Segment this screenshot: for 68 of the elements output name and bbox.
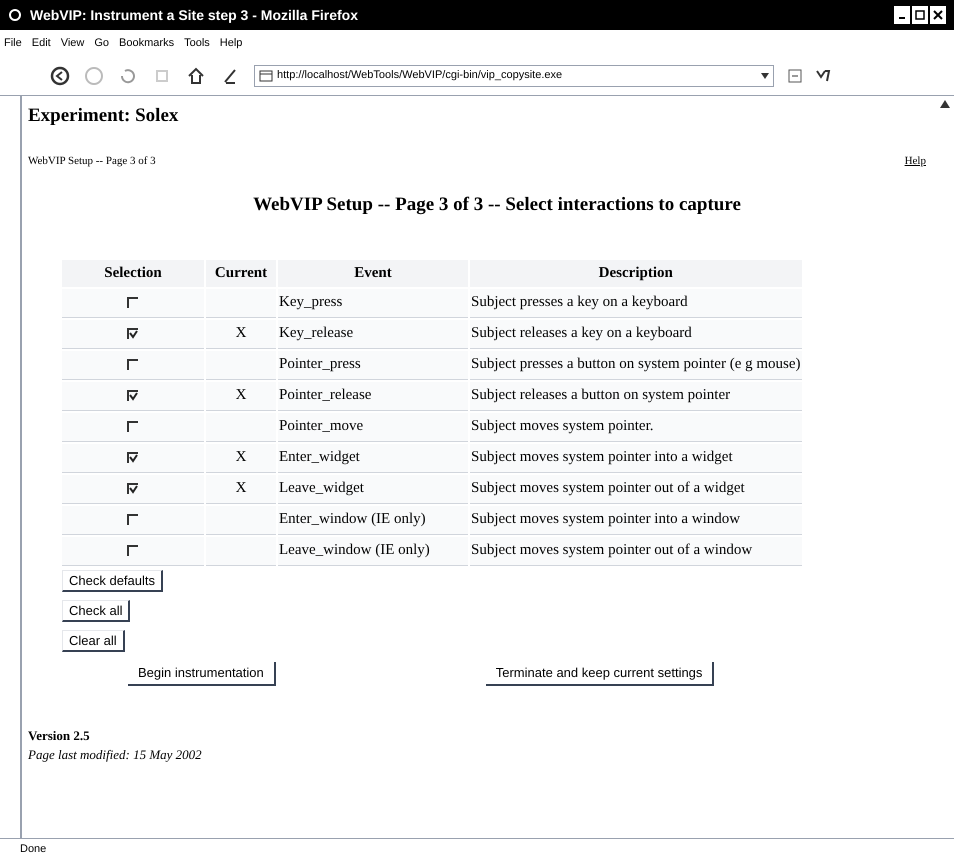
table-cell: Enter_window (IE only) (279, 511, 426, 528)
version-label: Version 2.5 (28, 726, 91, 744)
table-cell: Subject releases a key on a keyboard (471, 325, 692, 342)
home-icon[interactable] (186, 66, 206, 86)
back-icon[interactable] (50, 66, 70, 86)
table-cell: Subject moves system pointer into a window (471, 511, 740, 528)
form-button[interactable]: Terminate and keep current settings (486, 662, 714, 686)
current-mark: X (236, 449, 246, 466)
table-cell: Key_release (279, 325, 354, 342)
address-field[interactable]: http://localhost/WebTools/WebVIP/cgi-bin/vip_copysite.exe (254, 64, 774, 86)
column-header: Event (278, 260, 468, 286)
minimize-icon (899, 17, 905, 19)
form-button[interactable]: Begin instrumentation (128, 662, 276, 686)
checkbox[interactable] (127, 452, 139, 464)
breadcrumb: WebVIP Setup -- Page 3 of 3 (28, 154, 156, 168)
column-header: Selection (62, 260, 204, 286)
table-cell: Enter_widget (279, 449, 360, 466)
checkbox[interactable] (127, 358, 139, 371)
table-cell: Pointer_move (279, 418, 364, 434)
checkbox[interactable] (127, 482, 139, 495)
current-mark: X (236, 480, 246, 496)
modified-date: Page last modified: 15 May 2002 (28, 746, 203, 764)
app-icon (8, 8, 22, 22)
page-title: WebVIP Setup -- Page 3 of 3 -- Select interactions to capture (252, 193, 742, 217)
table-cell: Subject moves system pointer out of a widget (471, 480, 745, 496)
table-cell: Pointer_press (279, 356, 361, 372)
form-button[interactable]: Clear all (62, 630, 125, 652)
column-header: Current (206, 260, 276, 286)
menu-item[interactable]: Bookmarks (119, 34, 174, 52)
close-button[interactable] (930, 6, 946, 24)
page-icon (259, 70, 273, 82)
table-cell: Pointer_release (279, 387, 372, 404)
minimize-button[interactable] (894, 6, 910, 24)
maximize-button[interactable] (912, 6, 928, 24)
table-cell: Leave_window (IE only) (279, 542, 430, 558)
menu-item[interactable]: Edit (32, 34, 51, 52)
help-link[interactable]: Help (904, 152, 926, 169)
table-cell: Subject moves system pointer. (471, 418, 654, 434)
form-button[interactable]: Check defaults (62, 570, 163, 592)
menu-item[interactable]: Help (220, 34, 242, 52)
scroll-up-icon[interactable] (940, 100, 950, 108)
current-mark: X (236, 387, 246, 404)
checkbox[interactable] (127, 296, 139, 309)
close-icon (933, 10, 943, 20)
table-cell: Leave_widget (279, 480, 364, 496)
checkbox[interactable] (127, 390, 139, 402)
menu-item[interactable]: File (4, 34, 22, 52)
form-button[interactable]: Check all (62, 600, 130, 622)
page-heading: Experiment: Solex (28, 104, 180, 128)
checkbox[interactable] (127, 514, 139, 526)
maximize-icon (915, 10, 925, 20)
table-cell: Subject moves system pointer out of a window (471, 542, 752, 558)
menu-item[interactable]: Go (94, 34, 110, 52)
menu-item[interactable]: View (60, 34, 84, 52)
window-title: WebVIP: Instrument a Site step 3 - Mozilla Firefox (30, 6, 360, 25)
checkbox[interactable] (127, 544, 139, 557)
menu-item[interactable]: Tools (184, 34, 210, 52)
checkbox[interactable] (127, 328, 139, 340)
current-mark: X (236, 325, 246, 342)
table-cell: Subject releases a button on system pointer (471, 387, 730, 404)
column-header: Description (470, 260, 802, 286)
dropdown-icon[interactable] (761, 72, 769, 78)
table-cell: Subject presses a key on a keyboard (471, 294, 688, 310)
table-cell: Key_press (279, 294, 342, 310)
table-cell: Subject presses a button on system pointer (e g mouse) (471, 356, 801, 372)
checkbox[interactable] (127, 420, 139, 433)
table-cell: Subject moves system pointer into a widget (471, 449, 733, 466)
status-text: Done (20, 842, 46, 858)
